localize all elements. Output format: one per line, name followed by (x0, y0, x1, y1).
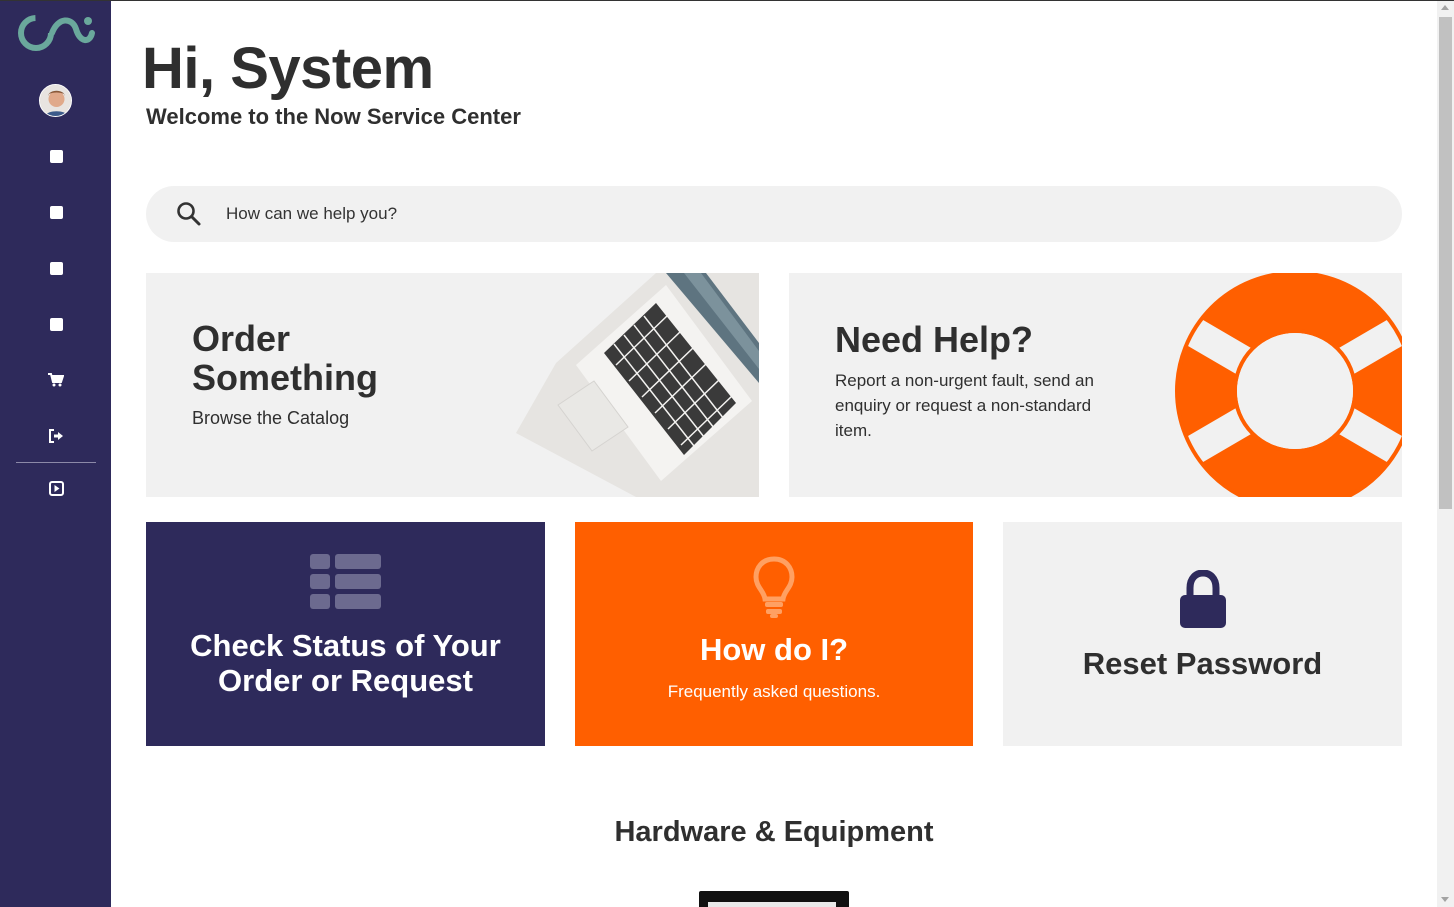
sign-out-icon (49, 429, 63, 443)
welcome-subtitle: Welcome to the Now Service Center (146, 104, 521, 129)
square-icon (49, 205, 63, 219)
sidebar-item-cart[interactable] (46, 370, 66, 390)
square-icon (49, 261, 63, 275)
play-square-icon (48, 480, 64, 496)
order-card-title: Order Something (192, 318, 378, 398)
user-avatar[interactable] (39, 84, 72, 117)
order-card-subtitle: Browse the Catalog (192, 408, 350, 428)
scrollbar-thumb[interactable] (1439, 17, 1452, 509)
sidebar-item-logout[interactable] (46, 426, 66, 446)
service-portal-page: Hi, System Welcome to the Now Service Ce… (0, 0, 1454, 907)
square-icon (49, 149, 63, 163)
reset-password-card[interactable]: Reset Password (1003, 522, 1402, 746)
order-something-card[interactable]: Order Something Browse the Catalog (146, 273, 759, 497)
laptop-image (516, 273, 759, 497)
sidebar-item-2[interactable] (46, 202, 66, 222)
howdo-card-title: How do I? (699, 632, 849, 667)
hardware-section-title: Hardware & Equipment (614, 816, 934, 848)
how-do-i-card[interactable]: How do I? Frequently asked questions. (575, 522, 973, 746)
sidebar (0, 1, 111, 907)
sidebar-divider (16, 462, 96, 463)
sidebar-item-play[interactable] (46, 478, 66, 498)
sidebar-item-4[interactable] (46, 314, 66, 334)
status-card-title: Check Status of Your Order or Request (190, 628, 501, 698)
sidebar-item-1[interactable] (46, 146, 66, 166)
lifebuoy-icon (1175, 273, 1402, 497)
lock-icon (1180, 570, 1226, 628)
help-card-title: Need Help? (835, 319, 1034, 360)
check-status-card[interactable]: Check Status of Your Order or Request (146, 522, 545, 746)
page-title: Hi, System (142, 36, 434, 101)
service-center-logo[interactable] (16, 7, 96, 57)
sidebar-item-3[interactable] (46, 258, 66, 278)
need-help-card[interactable]: Need Help? Report a non-urgent fault, se… (789, 273, 1402, 497)
cart-icon (48, 373, 64, 387)
howdo-card-subtitle: Frequently asked questions. (667, 682, 881, 701)
search-icon[interactable] (176, 201, 202, 227)
scroll-down-arrow-icon[interactable] (1441, 897, 1449, 902)
list-icon (310, 554, 381, 609)
reset-card-title: Reset Password (1082, 646, 1323, 681)
search-input[interactable] (226, 202, 1326, 226)
lightbulb-icon (753, 556, 795, 618)
hardware-item-screen (708, 902, 836, 907)
scroll-up-arrow-icon[interactable] (1441, 5, 1449, 10)
square-icon (49, 317, 63, 331)
help-card-description: Report a non-urgent fault, send an enqui… (835, 371, 1094, 440)
